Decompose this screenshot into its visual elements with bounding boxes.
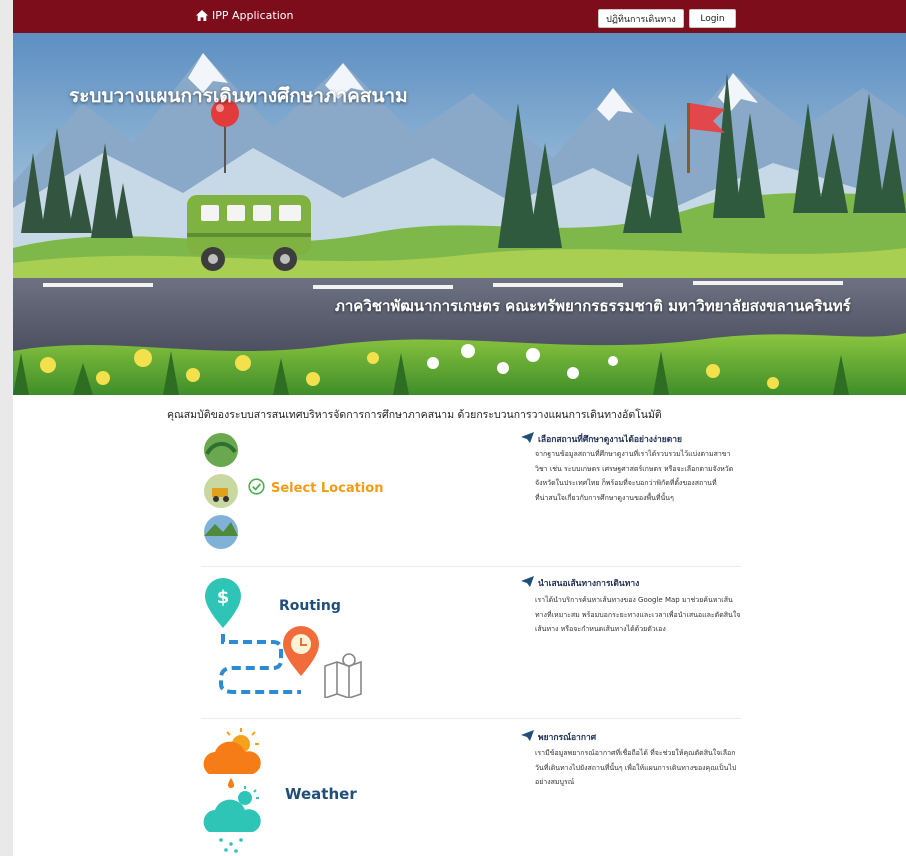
cloud-snow-icon (203, 786, 261, 853)
feature-desc-location: จากฐานข้อมูลสถานที่ศึกษาดูงานที่เราได้รว… (535, 447, 733, 505)
calendar-button[interactable]: ปฏิทินการเดินทาง (598, 9, 684, 28)
paper-plane-icon (521, 730, 534, 744)
home-icon (196, 10, 208, 21)
paper-plane-icon (521, 576, 534, 590)
desc-line: ทางที่เหมาะสม พร้อมบอกระยะทางและเวลาเพื่… (535, 610, 741, 619)
desc-line: ที่น่าสนใจเกี่ยวกับการศึกษาดูงานของพื้นท… (535, 493, 674, 502)
dollar-pin-icon: $ (205, 578, 241, 628)
weather-illustration (203, 728, 273, 856)
feature-heading-text: นำเสนอเส้นทางการเดินทาง (538, 579, 640, 589)
feature-heading-routing: นำเสนอเส้นทางการเดินทาง (521, 576, 639, 590)
page: IPP Application ปฏิทินการเดินทาง Login ร… (13, 0, 906, 856)
desc-line: เส้นทาง หรือจะกำหนดเส้นทางได้ด้วยตัวเอง (535, 625, 666, 633)
feature-heading-text: พยากรณ์อากาศ (538, 733, 597, 743)
brand-label: IPP Application (212, 9, 294, 22)
desc-line: เราได้นำบริการค้นหาเส้นทางของ Google Map… (535, 596, 733, 604)
section-divider (201, 718, 741, 719)
hero-subtitle: ภาควิชาพัฒนาการเกษตร คณะทรัพยากรธรรมชาติ… (335, 297, 851, 315)
desc-line: วันที่เดินทางไปยังสถานที่นั้นๆ เพื่อให้แ… (535, 763, 737, 772)
feature-heading-weather: พยากรณ์อากาศ (521, 730, 596, 744)
desc-line: เรามีข้อมูลพยากรณ์อากาศที่เชื่อถือได้ ที… (535, 749, 736, 757)
desc-line: วิชา เช่น ระบบเกษตร เศรษฐศาสตร์เกษตร หรื… (535, 464, 734, 473)
features-intro: คุณสมบัติของระบบสารสนเทศบริหารจัดการการศ… (167, 409, 662, 421)
select-location-label: Select Location (271, 481, 384, 496)
navbar: IPP Application ปฏิทินการเดินทาง Login (13, 0, 906, 33)
sun-cloud-rain-icon (203, 728, 261, 788)
desc-line: อย่างสมบูรณ์ (535, 778, 575, 786)
desc-line: จังหวัดในประเทศไทย ก็พร้อมที่จะบอกว่าพิก… (535, 479, 717, 487)
weather-label: Weather (285, 785, 357, 803)
svg-text:$: $ (217, 587, 230, 608)
hero-banner: ระบบวางแผนการเดินทางศึกษาภาคสนาม ภาควิชา… (13, 33, 906, 395)
feature-desc-weather: เรามีข้อมูลพยากรณ์อากาศที่เชื่อถือได้ ที… (535, 746, 736, 790)
routing-illustration: $ (203, 576, 363, 700)
check-circle-icon (248, 478, 265, 499)
brand-link[interactable]: IPP Application (196, 9, 293, 22)
hero-title: ระบบวางแผนการเดินทางศึกษาภาคสนาม (69, 85, 408, 107)
desc-line: จากฐานข้อมูลสถานที่ศึกษาดูงานที่เราได้รว… (535, 450, 731, 458)
map-icon (324, 653, 362, 700)
feature-heading-text: เลือกสถานที่ศึกษาดูงานได้อย่างง่ายดาย (538, 435, 683, 445)
paper-plane-icon (521, 432, 534, 446)
section-divider (201, 566, 741, 567)
clock-pin-icon (283, 626, 319, 676)
feature-desc-routing: เราได้นำบริการค้นหาเส้นทางของ Google Map… (535, 593, 740, 637)
select-location-label-group: Select Location (248, 478, 383, 499)
login-button[interactable]: Login (689, 9, 736, 28)
location-photos (203, 432, 243, 550)
routing-label: Routing (279, 598, 341, 614)
feature-heading-location: เลือกสถานที่ศึกษาดูงานได้อย่างง่ายดาย (521, 432, 682, 446)
